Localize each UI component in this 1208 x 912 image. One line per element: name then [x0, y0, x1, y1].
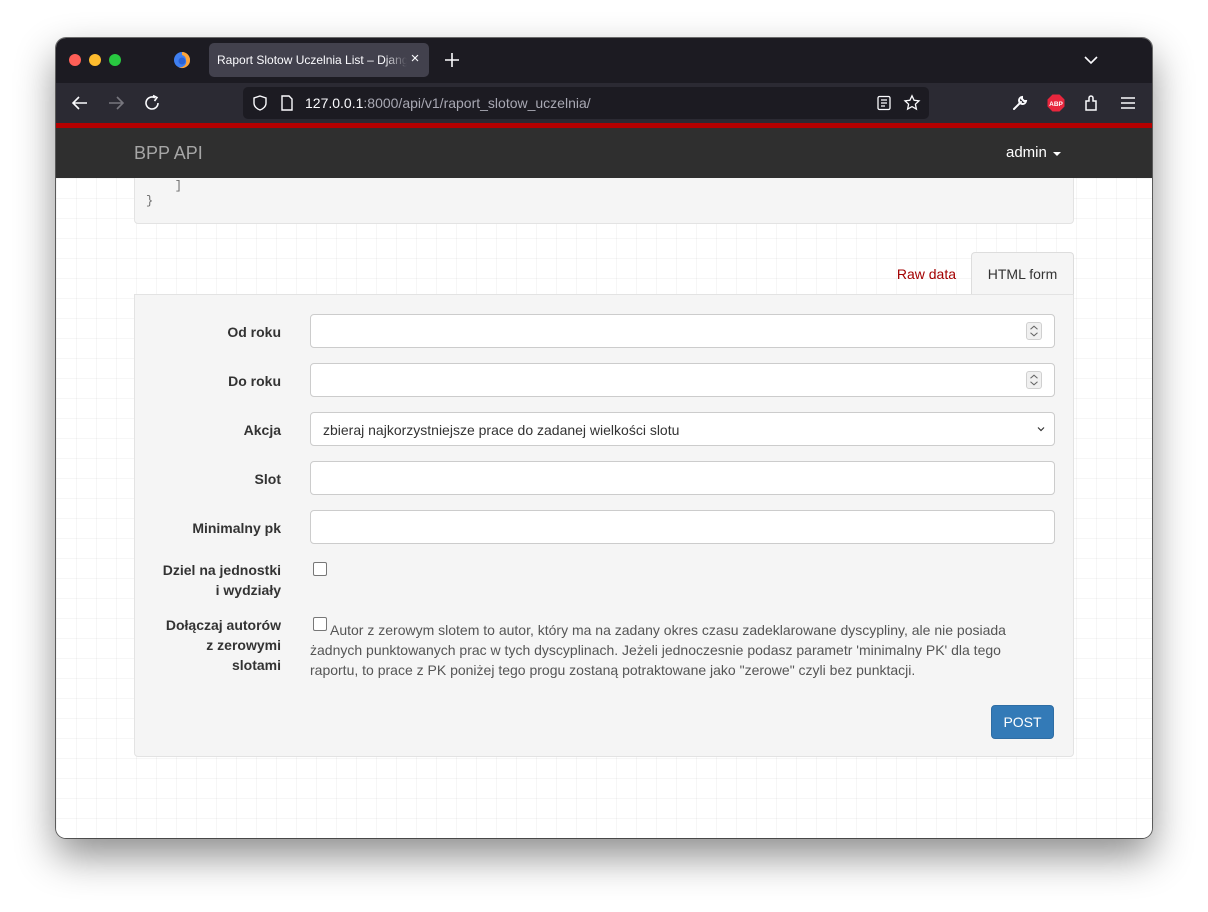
- slot-input[interactable]: [310, 461, 1055, 495]
- akcja-label: Akcja: [243, 422, 281, 438]
- firefox-view-icon[interactable]: [173, 51, 191, 69]
- response-line: ]: [146, 179, 183, 193]
- close-tab-icon[interactable]: ×: [407, 51, 423, 67]
- dziel-label: Dziel na jednostki i wydziały: [135, 560, 281, 600]
- browser-toolbar: 127.0.0.1:8000/api/v1/raport_slotow_ucze…: [56, 83, 1152, 123]
- adblock-plus-icon[interactable]: ABP: [1046, 93, 1066, 113]
- dziel-label-line: Dziel na jednostki: [162, 562, 281, 578]
- html-form: Od roku Do roku Akcja zbieraj najkorzyst…: [134, 294, 1074, 757]
- browser-window: Raport Slotow Uczelnia List – Django RES…: [56, 38, 1152, 838]
- browser-tab-active[interactable]: Raport Slotow Uczelnia List – Django RES…: [209, 43, 429, 77]
- svg-text:ABP: ABP: [1049, 101, 1063, 108]
- url-host: 127.0.0.1: [305, 95, 364, 111]
- page-icon[interactable]: [279, 94, 295, 112]
- tab-strip: Raport Slotow Uczelnia List – Django RES…: [56, 38, 1152, 83]
- new-tab-icon[interactable]: [442, 50, 462, 70]
- wrench-icon[interactable]: [1010, 93, 1030, 113]
- url-text[interactable]: 127.0.0.1:8000/api/v1/raport_slotow_ucze…: [305, 95, 591, 111]
- extensions-icon[interactable]: [1082, 93, 1102, 113]
- form-tabs: Raw data HTML form: [134, 252, 1074, 295]
- close-window-button[interactable]: [69, 54, 81, 66]
- shield-icon[interactable]: [251, 94, 269, 112]
- slot-label: Slot: [254, 471, 281, 487]
- akcja-select[interactable]: zbieraj najkorzystniejsze prace do zadan…: [310, 412, 1055, 446]
- caret-down-icon: [1052, 151, 1061, 156]
- back-arrow-icon[interactable]: [70, 93, 90, 113]
- dolaczaj-label-line: z zerowymi: [206, 637, 281, 653]
- dolaczaj-label-line: Dołączaj autorów: [165, 617, 281, 633]
- reader-view-icon[interactable]: [876, 95, 892, 111]
- akcja-selected-value: zbieraj najkorzystniejsze prace do zadan…: [323, 422, 680, 438]
- url-path: :8000/api/v1/raport_slotow_uczelnia/: [363, 95, 591, 111]
- bookmark-star-icon[interactable]: [903, 94, 921, 112]
- response-body: } ] }: [134, 178, 1074, 224]
- reload-icon[interactable]: [142, 93, 162, 113]
- tab-title: Raport Slotow Uczelnia List – Django RES…: [217, 53, 407, 67]
- do-roku-input[interactable]: [310, 363, 1055, 397]
- user-menu[interactable]: admin: [1006, 144, 1061, 161]
- tab-raw-data[interactable]: Raw data: [897, 266, 956, 282]
- od-roku-label: Od roku: [227, 324, 281, 340]
- minimalny-pk-label: Minimalny pk: [192, 520, 281, 536]
- tab-html-form[interactable]: HTML form: [971, 252, 1074, 295]
- chevron-down-icon[interactable]: [1082, 51, 1100, 69]
- dolaczaj-help-text: Autor z zerowym slotem to autor, który m…: [310, 622, 1006, 678]
- user-name: admin: [1006, 144, 1047, 161]
- navbar: BPP API admin: [56, 128, 1152, 178]
- maximize-window-button[interactable]: [109, 54, 121, 66]
- od-roku-input[interactable]: [310, 314, 1055, 348]
- page-content: } ] } Raw data HTML form Od roku Do roku: [56, 178, 1152, 838]
- chevron-down-icon: [1037, 427, 1045, 432]
- url-bar[interactable]: 127.0.0.1:8000/api/v1/raport_slotow_ucze…: [243, 87, 929, 119]
- dolaczaj-label: Dołączaj autorów z zerowymi slotami: [135, 615, 281, 675]
- hamburger-menu-icon[interactable]: [1118, 93, 1138, 113]
- minimalny-pk-input[interactable]: [310, 510, 1055, 544]
- number-spinner-icon[interactable]: [1026, 371, 1042, 389]
- number-spinner-icon[interactable]: [1026, 322, 1042, 340]
- forward-arrow-icon[interactable]: [106, 93, 126, 113]
- post-button[interactable]: POST: [991, 705, 1054, 739]
- do-roku-label: Do roku: [228, 373, 281, 389]
- dolaczaj-label-line: slotami: [231, 657, 281, 673]
- minimize-window-button[interactable]: [89, 54, 101, 66]
- dziel-label-line: i wydziały: [215, 582, 281, 598]
- dziel-checkbox[interactable]: [313, 562, 327, 576]
- brand-link[interactable]: BPP API: [134, 143, 203, 164]
- response-line: }: [146, 194, 154, 208]
